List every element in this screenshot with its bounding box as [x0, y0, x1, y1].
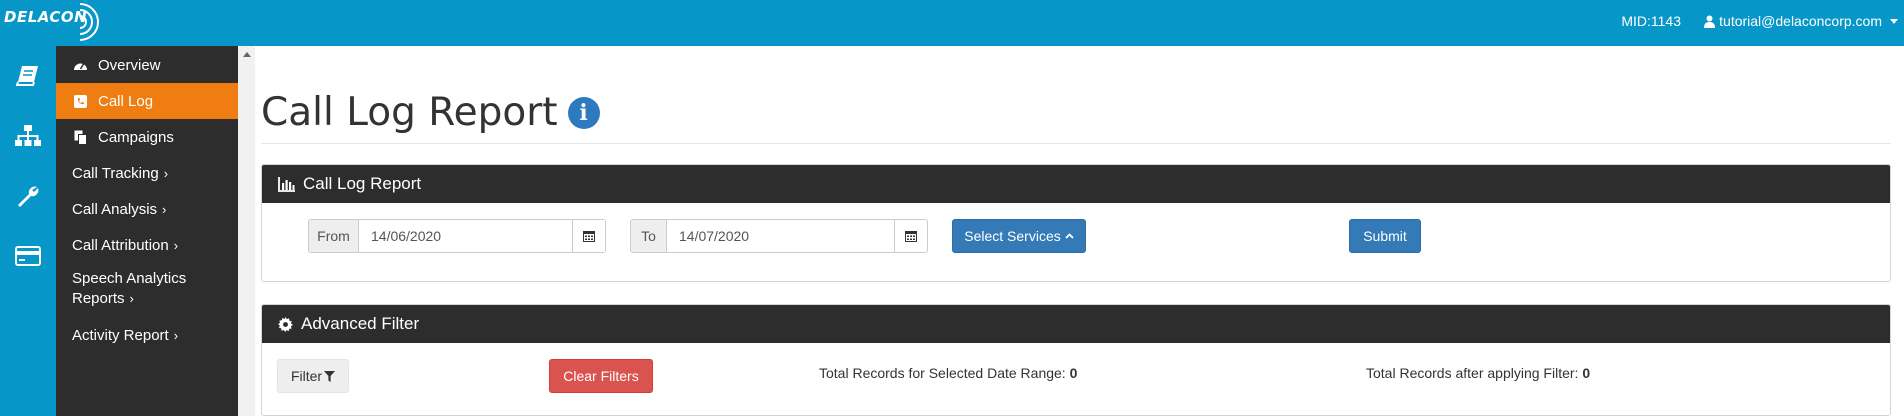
advanced-filter-panel: Advanced Filter Filter Clear Filters Tot… — [261, 304, 1891, 416]
sidebar-item-activity-report[interactable]: Activity Report › — [56, 317, 238, 353]
user-email: tutorial@delaconcorp.com — [1719, 13, 1882, 29]
sidebar-item-call-tracking[interactable]: Call Tracking › — [56, 155, 238, 191]
sitemap-icon — [15, 125, 41, 146]
sidebar-item-label: Activity Report — [72, 326, 169, 344]
chevron-right-icon: › — [173, 237, 179, 253]
chevron-right-icon: › — [162, 201, 167, 217]
filter-button[interactable]: Filter — [277, 359, 349, 393]
from-calendar-button[interactable] — [572, 220, 605, 252]
select-services-label: Select Services — [964, 228, 1061, 244]
scroll-up-icon[interactable] — [243, 52, 251, 57]
stat-value: 0 — [1069, 365, 1078, 381]
merchant-id: MID:1143 — [1621, 13, 1681, 29]
main-content: Call Log Report i Call Log Report From 1… — [255, 46, 1904, 416]
stat-label: Total Records for Selected Date Range: — [819, 365, 1066, 381]
sidebar: Overview Call Log Campaigns Call Trackin… — [56, 46, 238, 416]
funnel-icon — [324, 370, 336, 382]
from-date-group: From — [308, 219, 606, 253]
chevron-right-icon: › — [129, 291, 134, 306]
title-divider — [261, 143, 1891, 144]
filter-label: Filter — [290, 368, 323, 384]
sidebar-item-label: Campaigns — [98, 128, 174, 146]
sidebar-item-label: Call Analysis — [72, 200, 158, 218]
clear-filters-button[interactable]: Clear Filters — [549, 359, 653, 393]
chevron-right-icon: › — [163, 165, 169, 181]
sidebar-item-label: Call Log — [98, 92, 154, 110]
user-menu[interactable]: tutorial@delaconcorp.com — [1704, 13, 1898, 29]
scrollbar[interactable] — [238, 46, 255, 416]
page-title: Call Log Report i — [261, 90, 600, 135]
rail-billing-button[interactable] — [8, 238, 48, 274]
stat-label: Total Records after applying Filter: — [1366, 365, 1579, 381]
sidebar-item-label: Call Tracking — [72, 164, 159, 182]
phone-icon — [72, 93, 88, 109]
dashboard-icon — [72, 57, 88, 73]
sidebar-item-call-analysis[interactable]: Call Analysis › — [56, 191, 238, 227]
page-title-text: Call Log Report — [261, 90, 558, 135]
panel-title: Call Log Report — [303, 174, 422, 193]
call-log-report-panel: Call Log Report From To — [261, 164, 1891, 282]
select-services-button[interactable]: Select Services — [952, 219, 1086, 253]
to-date-input[interactable] — [667, 220, 894, 252]
icon-rail — [0, 46, 56, 416]
sidebar-item-label: Call Attribution — [72, 236, 169, 254]
card-icon — [15, 246, 41, 266]
rail-reports-button[interactable] — [8, 58, 48, 94]
gear-icon — [278, 316, 293, 332]
sidebar-item-call-log[interactable]: Call Log — [56, 83, 238, 119]
chevron-up-icon — [1065, 233, 1074, 239]
sidebar-item-overview[interactable]: Overview — [56, 47, 238, 83]
panel-header: Call Log Report — [262, 165, 1890, 203]
total-records-selected-range: Total Records for Selected Date Range: 0 — [819, 365, 1077, 381]
chevron-right-icon: › — [173, 327, 179, 343]
calendar-icon — [905, 231, 917, 242]
logo-text: DELACON — [4, 8, 88, 26]
info-icon[interactable]: i — [567, 96, 600, 129]
bar-chart-icon — [278, 176, 295, 192]
wrench-icon — [18, 186, 39, 207]
from-date-input[interactable] — [359, 220, 572, 252]
total-records-after-filter: Total Records after applying Filter: 0 — [1366, 365, 1590, 381]
sidebar-item-speech-analytics[interactable]: Speech Analytics Reports › — [56, 267, 238, 311]
to-date-group: To — [630, 219, 928, 253]
signal-waves-icon — [79, 3, 99, 41]
sidebar-item-label: Speech Analytics — [72, 270, 187, 287]
caret-down-icon — [1890, 18, 1898, 24]
book-icon — [16, 66, 38, 86]
sidebar-item-campaigns[interactable]: Campaigns — [56, 119, 238, 155]
user-icon — [1704, 15, 1716, 28]
from-label: From — [309, 220, 359, 252]
sidebar-item-call-attribution[interactable]: Call Attribution › — [56, 227, 238, 263]
submit-button[interactable]: Submit — [1349, 219, 1421, 253]
stat-value: 0 — [1582, 365, 1591, 381]
rail-tools-button[interactable] — [8, 178, 48, 214]
panel-title: Advanced Filter — [301, 314, 420, 333]
copy-icon — [72, 129, 88, 145]
panel-header: Advanced Filter — [262, 305, 1890, 343]
sidebar-item-label: Overview — [98, 56, 161, 74]
to-label: To — [631, 220, 667, 252]
top-bar: DELACON MID:1143 tutorial@delaconcorp.co… — [0, 0, 1904, 46]
rail-structure-button[interactable] — [8, 118, 48, 154]
to-calendar-button[interactable] — [894, 220, 927, 252]
sidebar-item-label: Reports — [72, 290, 125, 307]
calendar-icon — [583, 231, 595, 242]
